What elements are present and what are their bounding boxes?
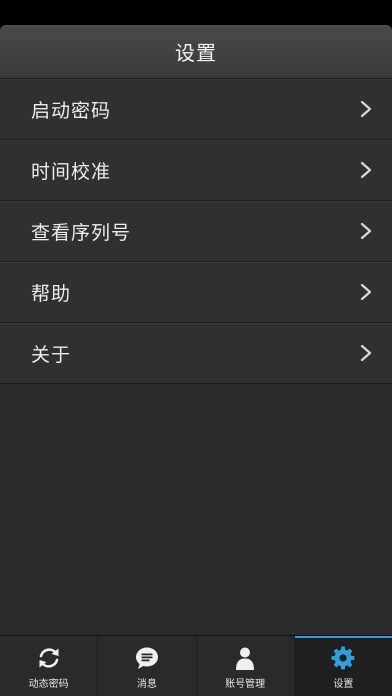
gear-icon (331, 646, 355, 670)
page-title: 设置 (175, 41, 217, 65)
tab-account-management[interactable]: 账号管理 (196, 636, 295, 696)
tab-messages[interactable]: 消息 (98, 636, 197, 696)
screen: 设置 启动密码 时间校准 查看序列号 帮助 关于 动态密码 消息 账号管理 设置 (0, 0, 392, 696)
tab-bar: 动态密码 消息 账号管理 设置 (0, 635, 392, 696)
menu-item-about[interactable]: 关于 (0, 323, 392, 384)
chevron-right-icon (360, 222, 372, 240)
menu-item-view-serial-number[interactable]: 查看序列号 (0, 201, 392, 262)
menu-item-startup-password[interactable]: 启动密码 (0, 79, 392, 140)
tab-dynamic-password[interactable]: 动态密码 (0, 636, 99, 696)
navigation-bar: 设置 (0, 25, 392, 79)
menu-item-label: 帮助 (31, 282, 72, 305)
tab-label: 设置 (333, 679, 354, 690)
tab-label: 消息 (136, 679, 157, 690)
person-icon (236, 647, 255, 670)
tab-label: 动态密码 (28, 679, 69, 690)
chevron-right-icon (360, 161, 372, 179)
menu-item-help[interactable]: 帮助 (0, 262, 392, 323)
menu-item-label: 查看序列号 (31, 221, 132, 244)
menu-item-time-calibration[interactable]: 时间校准 (0, 140, 392, 201)
settings-page: 设置 启动密码 时间校准 查看序列号 帮助 关于 动态密码 消息 账号管理 设置 (0, 25, 392, 696)
menu-item-label: 关于 (31, 343, 72, 366)
settings-menu: 启动密码 时间校准 查看序列号 帮助 关于 (0, 79, 392, 384)
chevron-right-icon (360, 344, 372, 362)
refresh-icon (39, 648, 59, 668)
message-icon (135, 647, 158, 669)
menu-item-label: 时间校准 (31, 160, 112, 183)
chevron-right-icon (360, 100, 372, 118)
menu-item-label: 启动密码 (31, 99, 112, 122)
tab-settings[interactable]: 设置 (294, 636, 392, 696)
chevron-right-icon (360, 283, 372, 301)
tab-label: 账号管理 (225, 679, 266, 690)
